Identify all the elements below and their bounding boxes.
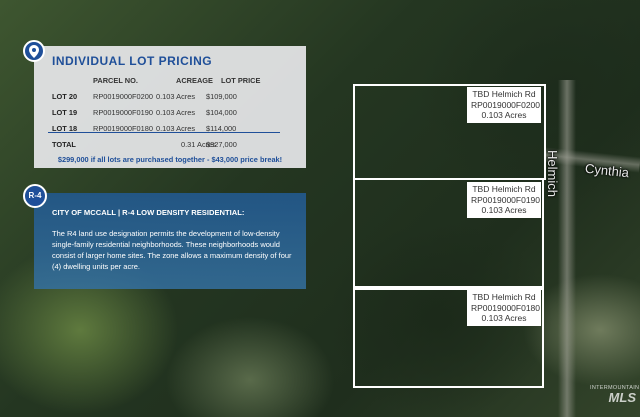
lot-map-label-20: TBD Helmich Rd RP0019000F0200 0.103 Acre… <box>467 87 541 123</box>
header-price: LOT PRICE <box>221 76 261 85</box>
pricing-title: INDIVIDUAL LOT PRICING <box>52 54 213 68</box>
row-price-20: $109,000 <box>206 92 237 101</box>
location-pin-icon <box>23 40 45 62</box>
header-acreage: ACREAGE <box>176 76 213 85</box>
row-parcel-20: RP0019000F0200 <box>93 92 153 101</box>
road-label-helmich: Helmich <box>545 150 560 197</box>
total-price: $327,000 <box>206 140 237 149</box>
mls-watermark: INTERMOUNTAIN MLS <box>590 385 639 405</box>
zoning-description: The R4 land use designation permits the … <box>52 229 292 271</box>
lot-map-label-parcel: RP0019000F0200 <box>471 99 541 110</box>
watermark-bottom: MLS <box>608 390 636 405</box>
row-lot-19: LOT 19 <box>52 108 78 117</box>
lot-map-label-parcel: RP0019000F0180 <box>471 302 541 313</box>
lot-map-label-address: TBD Helmich Rd <box>472 292 536 302</box>
row-price-19: $104,000 <box>206 108 237 117</box>
row-lot-20: LOT 20 <box>52 92 78 101</box>
lot-map-label-address: TBD Helmich Rd <box>472 89 536 99</box>
total-divider <box>48 132 280 133</box>
total-label: TOTAL <box>52 140 76 149</box>
lot-map-label-18: TBD Helmich Rd RP0019000F0180 0.103 Acre… <box>467 290 541 326</box>
lot-map-label-parcel: RP0019000F0190 <box>471 194 541 205</box>
row-acreage-20: 0.103 Acres <box>156 92 196 101</box>
lot-map-label-acreage: 0.103 Acres <box>481 110 527 120</box>
bundle-price-promo: $299,000 if all lots are purchased toget… <box>57 155 283 164</box>
helmich-road <box>558 80 576 417</box>
zoning-badge: R-4 <box>23 184 47 208</box>
header-parcel: PARCEL NO. <box>93 76 138 85</box>
row-acreage-19: 0.103 Acres <box>156 108 196 117</box>
lot-map-label-19: TBD Helmich Rd RP0019000F0190 0.103 Acre… <box>467 182 541 218</box>
lot-map-label-acreage: 0.103 Acres <box>481 313 527 323</box>
lot-map-label-acreage: 0.103 Acres <box>481 205 527 215</box>
row-parcel-19: RP0019000F0190 <box>93 108 153 117</box>
zoning-heading: CITY OF MCCALL | R-4 LOW DENSITY RESIDEN… <box>52 208 245 217</box>
lot-map-label-address: TBD Helmich Rd <box>472 184 536 194</box>
